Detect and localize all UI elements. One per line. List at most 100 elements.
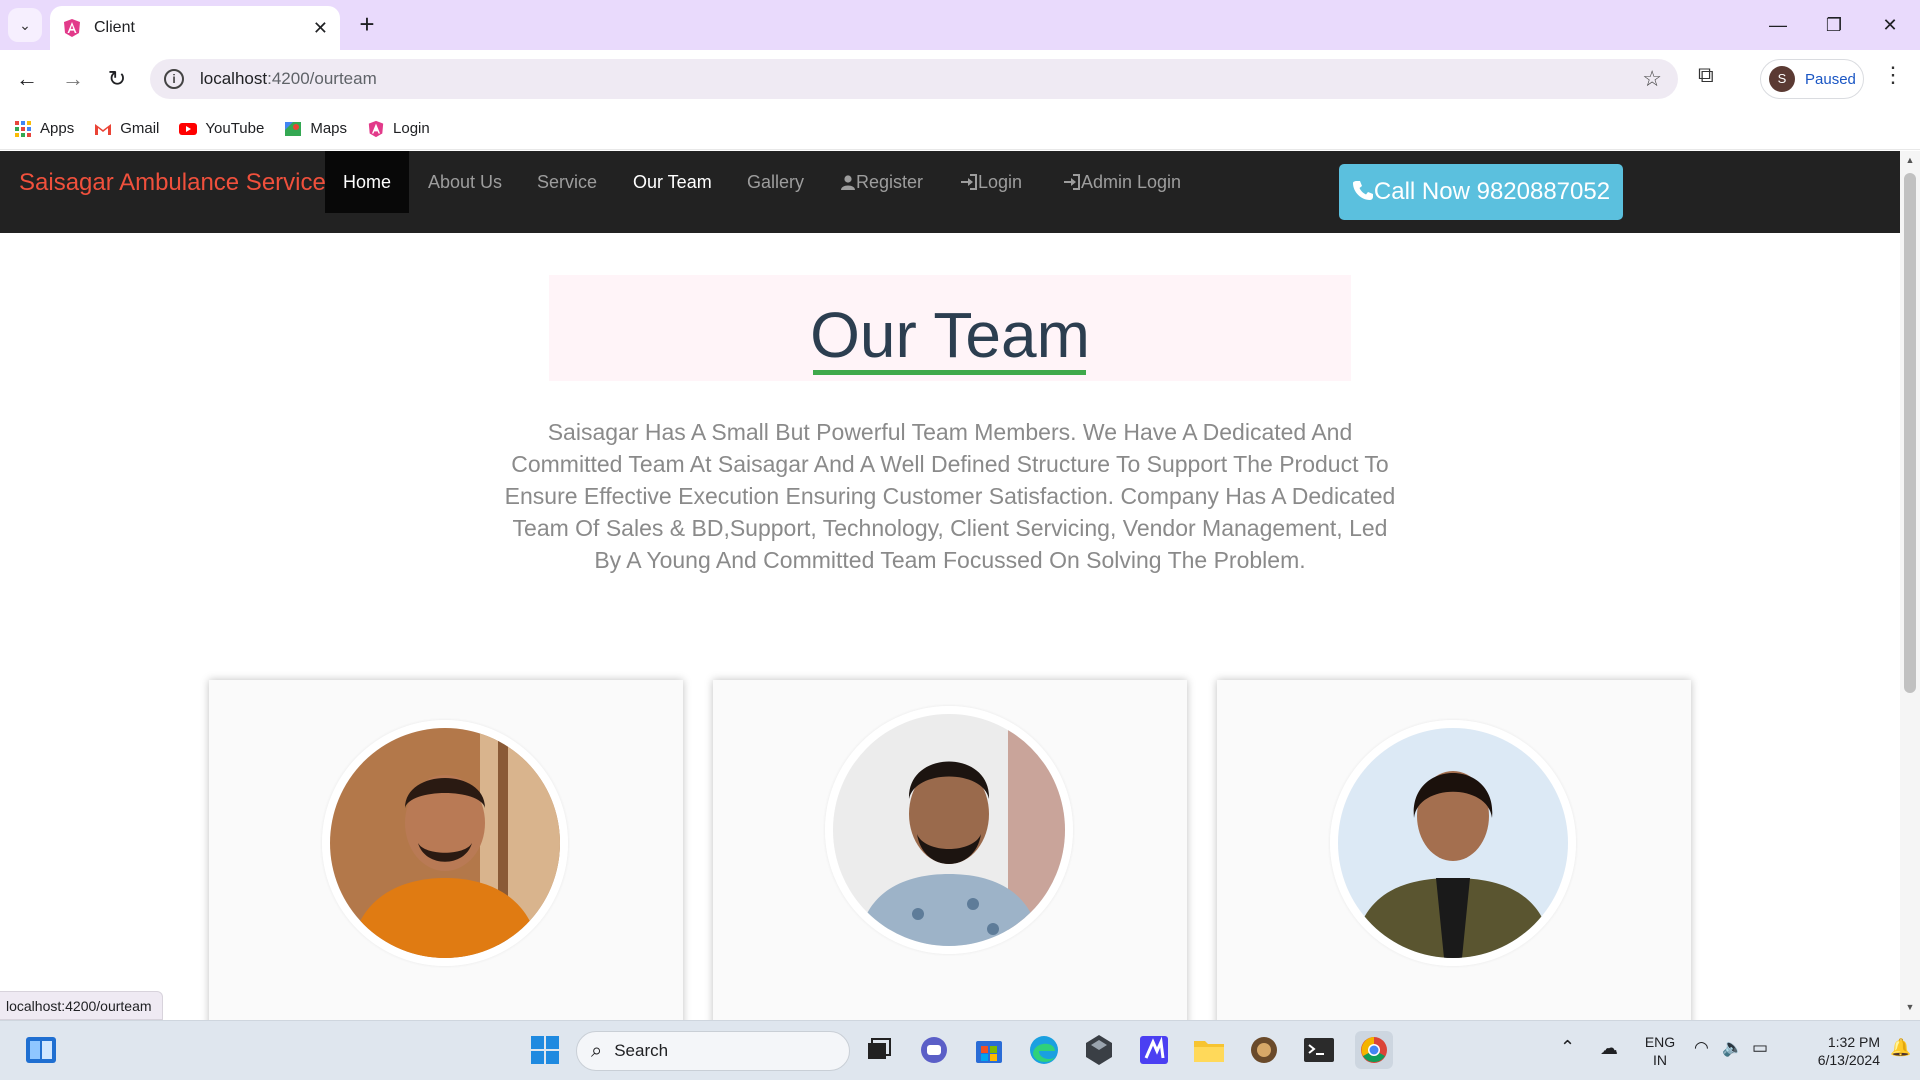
nav-admin-login[interactable]: Admin Login xyxy=(1045,151,1199,213)
editor-icon[interactable] xyxy=(1135,1031,1173,1069)
volume-icon[interactable]: 🔈 xyxy=(1722,1039,1743,1057)
windows-start-icon[interactable] xyxy=(526,1031,564,1069)
app-icon[interactable] xyxy=(1080,1031,1118,1069)
nav-home[interactable]: Home xyxy=(325,151,410,213)
clock-time: 1:32 PM xyxy=(1827,1034,1880,1050)
bookmark-label: Apps xyxy=(40,120,75,137)
reload-icon[interactable]: ↻ xyxy=(100,62,134,96)
language-top: ENG xyxy=(1644,1034,1676,1050)
team-member-photo xyxy=(1330,720,1576,966)
clock-date: 6/13/2024 xyxy=(1817,1052,1880,1068)
team-card xyxy=(1217,680,1691,1020)
wifi-icon[interactable]: ◠ xyxy=(1694,1039,1709,1057)
window-close-icon[interactable]: ✕ xyxy=(1870,10,1910,40)
bookmark-label: YouTube xyxy=(205,120,265,137)
app-icon[interactable] xyxy=(1245,1031,1283,1069)
bookmark-label: Gmail xyxy=(120,120,160,137)
forward-icon[interactable]: → xyxy=(56,62,90,96)
page-scrollbar[interactable]: ▲ ▼ xyxy=(1900,151,1920,1020)
file-explorer-icon[interactable] xyxy=(1190,1031,1228,1069)
login-icon xyxy=(961,174,977,190)
nav-label: Register xyxy=(856,172,924,192)
extensions-icon[interactable]: ⧉ xyxy=(1698,62,1714,88)
nav-label: Gallery xyxy=(747,172,805,192)
nav-label: Service xyxy=(537,172,598,192)
profile-button[interactable]: S Paused xyxy=(1760,59,1864,99)
site-navbar: Saisagar Ambulance Service Home About Us… xyxy=(0,151,1900,233)
taskbar-search-label: Search xyxy=(614,1041,669,1060)
restore-icon[interactable]: ❐ xyxy=(1814,10,1854,40)
team-member-photo xyxy=(825,706,1073,954)
back-icon[interactable]: ← xyxy=(10,62,44,96)
angular-icon xyxy=(64,19,80,37)
person-portrait-icon xyxy=(1338,728,1568,958)
language-indicator[interactable]: ENG IN xyxy=(1642,1033,1678,1069)
minimize-icon[interactable]: — xyxy=(1758,10,1798,40)
nav-our-team[interactable]: Our Team xyxy=(615,151,730,213)
nav-register[interactable]: Register xyxy=(822,151,941,213)
nav-label: Admin Login xyxy=(1081,172,1182,192)
windows-taskbar: ⌕ Search ⌃ ☁ ENG IN ◠ 🔈 ▭ 1:32 PM 6/13/202… xyxy=(0,1020,1920,1080)
bookmark-login[interactable]: Login xyxy=(367,120,430,138)
tab-title: Client xyxy=(94,19,135,36)
chat-icon[interactable] xyxy=(915,1031,953,1069)
team-card xyxy=(713,680,1187,1020)
login-icon xyxy=(1064,174,1080,190)
angular-icon xyxy=(368,120,384,137)
browser-tab[interactable]: Client ✕ xyxy=(50,6,340,50)
notification-bell-icon[interactable]: 🔔 xyxy=(1890,1039,1911,1057)
edge-icon[interactable] xyxy=(1025,1031,1063,1069)
bookmark-youtube[interactable]: YouTube xyxy=(179,120,264,138)
call-now-button[interactable]: Call Now 9820887052 xyxy=(1339,164,1623,220)
bookmark-apps[interactable]: Apps xyxy=(14,120,74,138)
clock[interactable]: 1:32 PM 6/13/2024 xyxy=(1790,1033,1880,1069)
site-info-icon[interactable]: i xyxy=(164,69,184,89)
terminal-icon[interactable] xyxy=(1300,1031,1338,1069)
team-member-photo xyxy=(322,720,568,966)
scroll-down-icon[interactable]: ▼ xyxy=(1904,1002,1916,1012)
nav-label: Home xyxy=(343,172,392,192)
user-icon xyxy=(841,175,855,190)
address-bar[interactable]: i localhost:4200/ourteam ☆ xyxy=(150,59,1678,99)
profile-status: Paused xyxy=(1805,70,1856,88)
bookmark-maps[interactable]: Maps xyxy=(284,120,347,138)
person-portrait-icon xyxy=(833,714,1065,946)
url-host: localhost xyxy=(200,69,268,88)
browser-tab-bar: ⌄ Client ✕ + — ❐ ✕ xyxy=(0,0,1920,50)
widgets-icon[interactable] xyxy=(22,1031,60,1069)
heading-underline xyxy=(813,370,1086,375)
close-icon[interactable]: ✕ xyxy=(313,18,328,39)
taskbar-search[interactable]: ⌕ Search xyxy=(576,1031,850,1071)
store-icon[interactable] xyxy=(970,1031,1008,1069)
chevron-down-icon: ⌄ xyxy=(19,16,31,33)
scroll-up-icon[interactable]: ▲ xyxy=(1904,155,1916,165)
nav-login[interactable]: Login xyxy=(942,151,1040,213)
maps-icon xyxy=(285,121,302,136)
task-view-icon[interactable] xyxy=(860,1031,898,1069)
team-card xyxy=(209,680,683,1020)
person-portrait-icon xyxy=(330,728,560,958)
nav-about-us[interactable]: About Us xyxy=(410,151,520,213)
tab-search-button[interactable]: ⌄ xyxy=(8,8,42,42)
page-title: Our Team xyxy=(810,299,1090,371)
url-path: :4200/ourteam xyxy=(267,69,377,88)
status-bar-url: localhost:4200/ourteam xyxy=(0,991,163,1020)
bookmark-label: Maps xyxy=(310,120,348,137)
bookmark-gmail[interactable]: Gmail xyxy=(94,120,159,138)
battery-icon[interactable]: ▭ xyxy=(1752,1039,1768,1057)
new-tab-button[interactable]: + xyxy=(352,10,382,40)
scrollbar-thumb[interactable] xyxy=(1904,173,1916,693)
phone-icon xyxy=(1352,181,1373,200)
page-viewport: Saisagar Ambulance Service Home About Us… xyxy=(0,151,1900,1020)
nav-gallery[interactable]: Gallery xyxy=(729,151,822,213)
bookmark-star-icon[interactable]: ☆ xyxy=(1642,66,1662,92)
bookmarks-bar: Apps Gmail YouTube Maps Login xyxy=(0,108,1920,150)
site-brand[interactable]: Saisagar Ambulance Service xyxy=(19,167,326,199)
onedrive-icon[interactable]: ☁ xyxy=(1600,1039,1618,1057)
show-hidden-icons[interactable]: ⌃ xyxy=(1560,1038,1575,1056)
bookmark-label: Login xyxy=(393,120,430,137)
nav-service[interactable]: Service xyxy=(519,151,615,213)
browser-menu-icon[interactable]: ⋮ xyxy=(1882,62,1904,88)
chrome-icon[interactable] xyxy=(1355,1031,1393,1069)
nav-label: About Us xyxy=(428,172,503,192)
